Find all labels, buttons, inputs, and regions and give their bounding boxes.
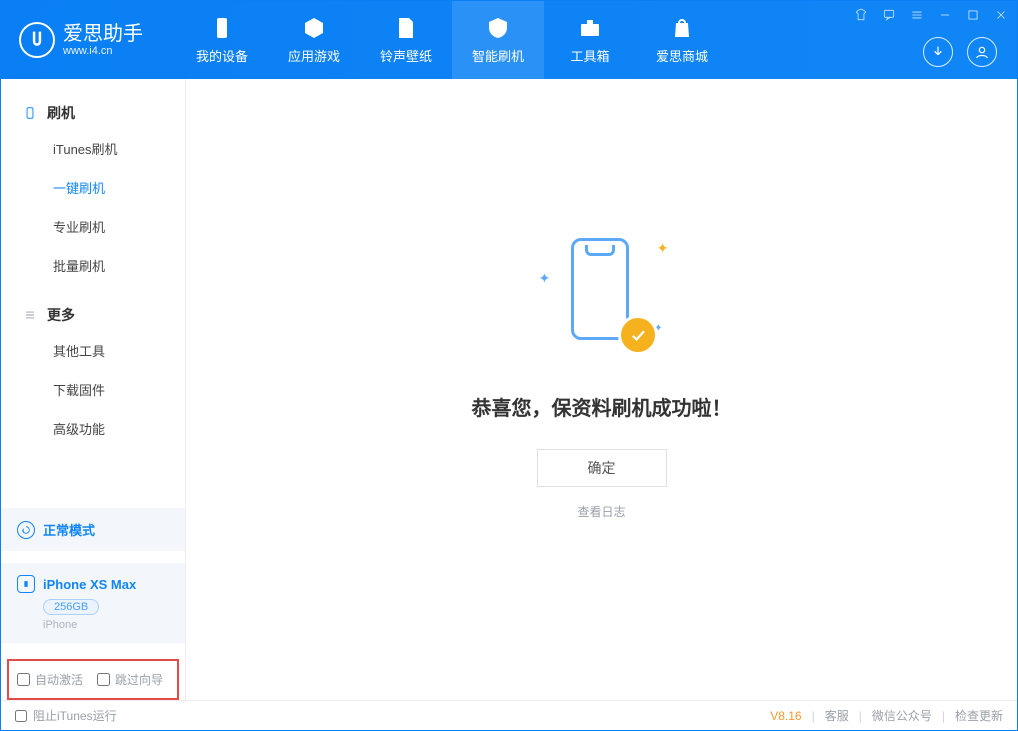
device-mode-block[interactable]: 正常模式 (1, 508, 185, 551)
tab-label: 爱思商城 (656, 46, 708, 65)
sidebar-item-itunes-flash[interactable]: iTunes刷机 (1, 129, 185, 168)
minimize-button[interactable] (937, 7, 953, 23)
tab-smart-flash[interactable]: 智能刷机 (452, 1, 544, 79)
view-log-link[interactable]: 查看日志 (577, 503, 625, 520)
sidebar-group-more: 更多 (1, 299, 185, 331)
footer-link-update[interactable]: 检查更新 (955, 707, 1003, 724)
stop-itunes-checkbox[interactable]: 阻止iTunes运行 (15, 707, 117, 724)
status-bar: 阻止iTunes运行 V8.16 | 客服 | 微信公众号 | 检查更新 (1, 700, 1017, 730)
success-message: 恭喜您，保资料刷机成功啦！ (472, 392, 732, 421)
tab-store[interactable]: 爱思商城 (636, 1, 728, 79)
version-label: V8.16 (770, 709, 801, 723)
sparkle-icon: ✦ (654, 323, 662, 334)
user-account-button[interactable] (967, 37, 997, 67)
main-content: ✦ ✦ ✦ 恭喜您，保资料刷机成功啦！ 确定 查看日志 (186, 79, 1017, 700)
nav-tabs: 我的设备 应用游戏 铃声壁纸 智能刷机 工具箱 爱思商城 (176, 1, 728, 79)
success-check-icon (621, 318, 655, 352)
sidebar-group-flash: 刷机 (1, 97, 185, 129)
tab-my-device[interactable]: 我的设备 (176, 1, 268, 79)
device-info-block[interactable]: iPhone XS Max 256GB iPhone (1, 563, 185, 643)
maximize-button[interactable] (965, 7, 981, 23)
device-type-label: iPhone (43, 619, 169, 631)
skip-wizard-checkbox[interactable]: 跳过向导 (97, 671, 163, 688)
app-logo: 爱思助手 www.i4.cn (1, 22, 176, 58)
sidebar-item-batch-flash[interactable]: 批量刷机 (1, 246, 185, 285)
skip-wizard-label: 跳过向导 (115, 671, 163, 688)
toolbox-icon (577, 15, 603, 41)
sidebar: 刷机 iTunes刷机 一键刷机 专业刷机 批量刷机 更多 其他工具 下载固件 … (1, 79, 186, 700)
sidebar-item-other-tools[interactable]: 其他工具 (1, 331, 185, 370)
refresh-shield-icon (485, 15, 511, 41)
tab-label: 应用游戏 (288, 46, 340, 65)
close-button[interactable] (993, 7, 1009, 23)
tab-label: 工具箱 (570, 46, 609, 65)
sparkle-icon: ✦ (539, 270, 551, 287)
auto-activate-checkbox[interactable]: 自动激活 (17, 671, 83, 688)
device-name-label: iPhone XS Max (43, 577, 136, 592)
skip-wizard-input[interactable] (97, 673, 110, 686)
tab-apps-games[interactable]: 应用游戏 (268, 1, 360, 79)
auto-activate-input[interactable] (17, 673, 30, 686)
tab-toolbox[interactable]: 工具箱 (544, 1, 636, 79)
tab-label: 铃声壁纸 (380, 46, 432, 65)
logo-icon (19, 22, 55, 58)
stop-itunes-input[interactable] (15, 710, 27, 722)
cube-icon (301, 15, 327, 41)
mode-icon (17, 521, 35, 539)
sidebar-item-advanced[interactable]: 高级功能 (1, 409, 185, 448)
shopping-bag-icon (669, 15, 695, 41)
stop-itunes-label: 阻止iTunes运行 (33, 707, 117, 724)
device-capacity-badge: 256GB (43, 599, 99, 615)
footer-link-support[interactable]: 客服 (825, 707, 849, 724)
sidebar-group-title: 刷机 (47, 103, 75, 123)
sidebar-item-download-firmware[interactable]: 下载固件 (1, 370, 185, 409)
phone-outline-icon (23, 106, 37, 120)
app-name: 爱思助手 (63, 23, 143, 45)
sidebar-item-pro-flash[interactable]: 专业刷机 (1, 207, 185, 246)
flash-options-highlight: 自动激活 跳过向导 (7, 659, 179, 700)
device-small-icon (17, 575, 35, 593)
download-button[interactable] (923, 37, 953, 67)
window-controls (853, 7, 1009, 23)
sparkle-icon: ✦ (657, 240, 669, 257)
app-header: 爱思助手 www.i4.cn 我的设备 应用游戏 铃声壁纸 智能刷机 工具箱 爱… (1, 1, 1017, 79)
tab-label: 我的设备 (196, 46, 248, 65)
list-icon (23, 308, 37, 322)
phone-outline-icon (571, 238, 629, 340)
skin-icon[interactable] (853, 7, 869, 23)
app-url: www.i4.cn (63, 45, 143, 57)
feedback-icon[interactable] (881, 7, 897, 23)
sidebar-group-title: 更多 (47, 305, 75, 325)
tab-label: 智能刷机 (472, 46, 524, 65)
music-file-icon (393, 15, 419, 41)
success-illustration: ✦ ✦ ✦ (527, 220, 677, 370)
menu-icon[interactable] (909, 7, 925, 23)
tab-ringtones-wallpapers[interactable]: 铃声壁纸 (360, 1, 452, 79)
sidebar-item-oneclick-flash[interactable]: 一键刷机 (1, 168, 185, 207)
auto-activate-label: 自动激活 (35, 671, 83, 688)
device-mode-label: 正常模式 (43, 520, 95, 539)
footer-link-wechat[interactable]: 微信公众号 (872, 707, 932, 724)
device-icon (209, 15, 235, 41)
ok-button[interactable]: 确定 (537, 449, 667, 487)
